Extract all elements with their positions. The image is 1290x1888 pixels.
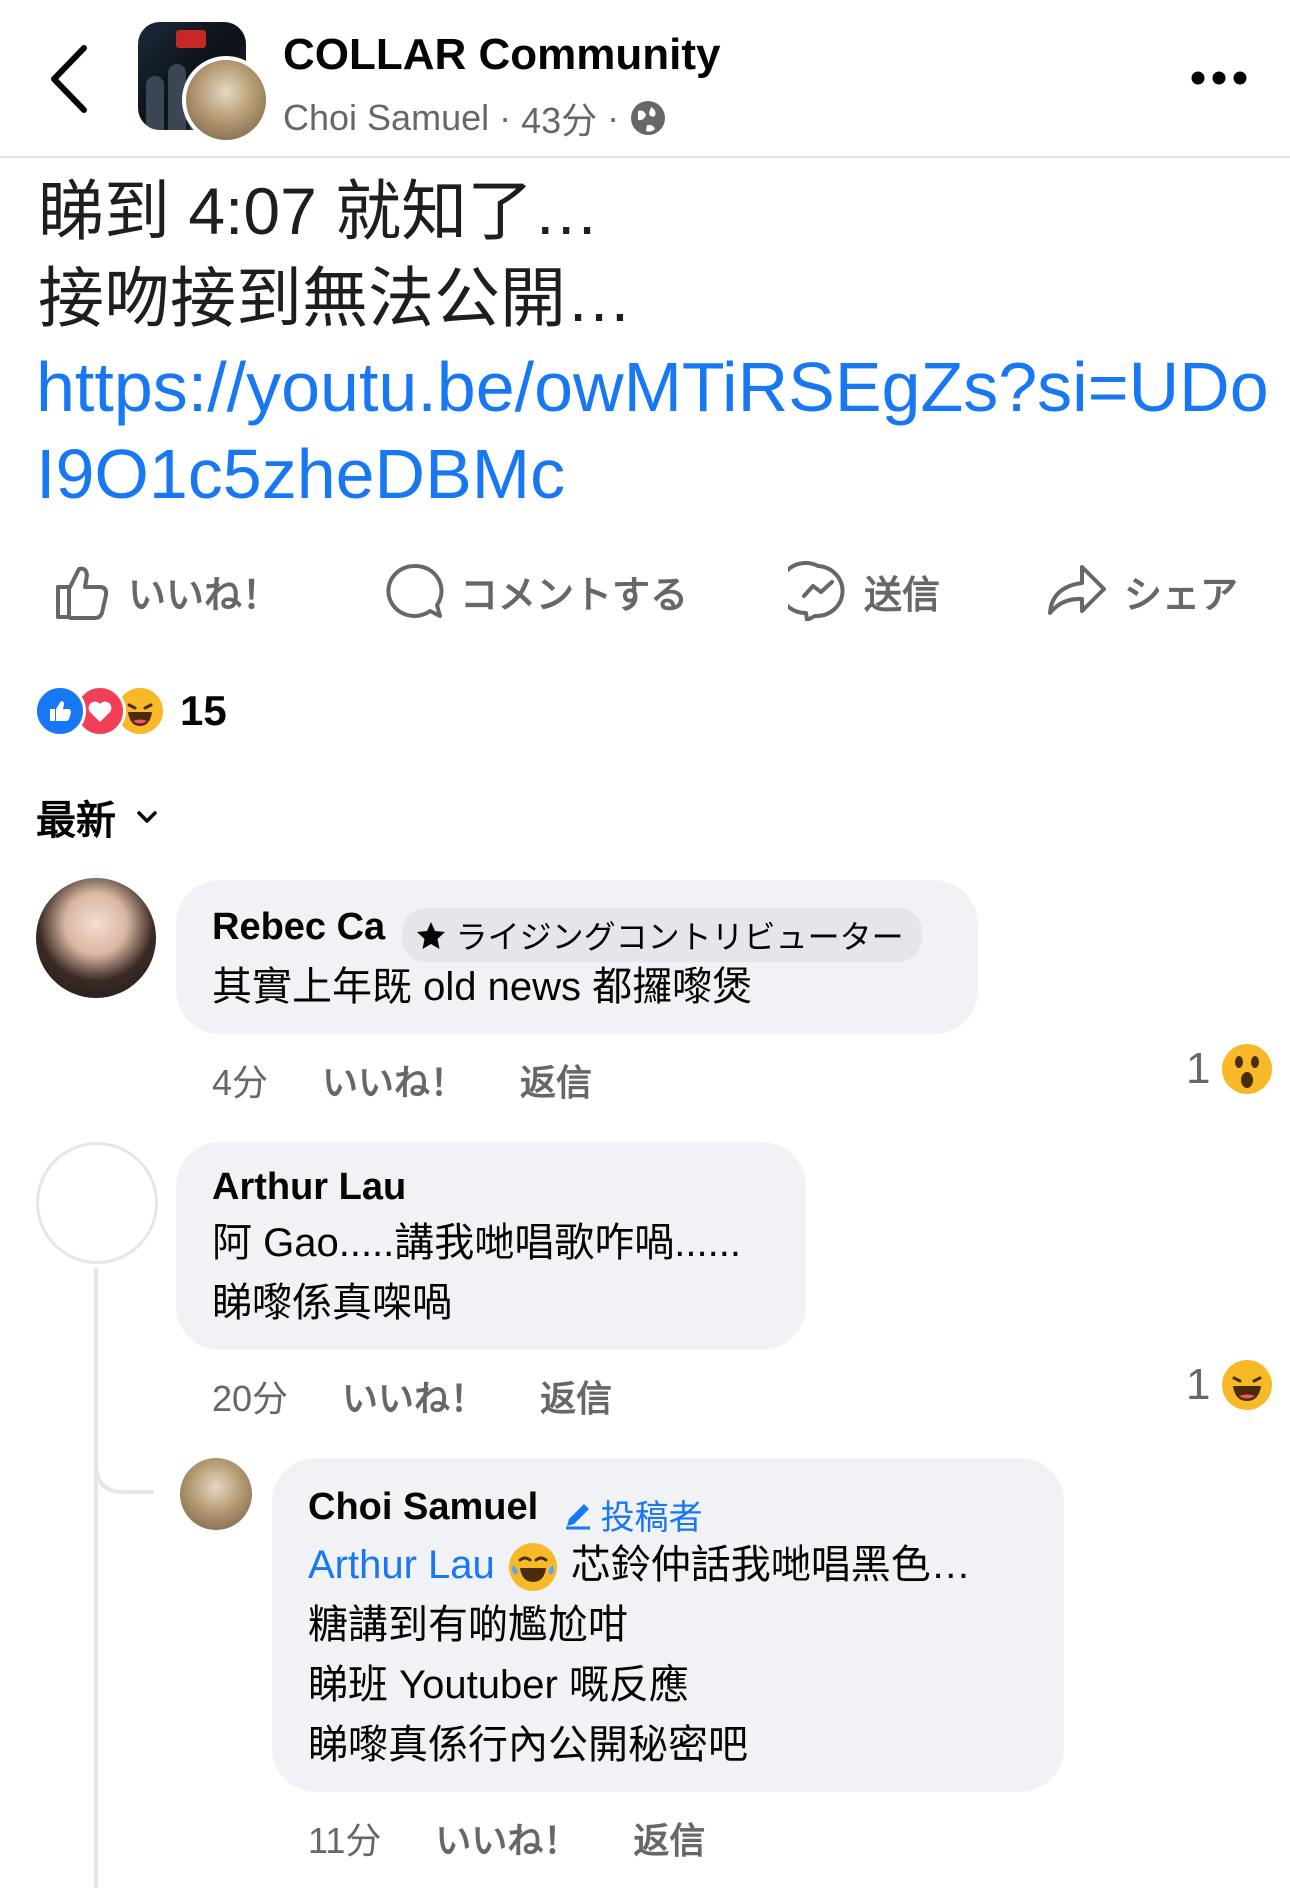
author-name[interactable]: Choi Samuel bbox=[283, 97, 489, 139]
comment-reply-button[interactable]: 返信 bbox=[520, 1054, 592, 1106]
group-name[interactable]: COLLAR Community bbox=[283, 30, 721, 80]
messenger-icon bbox=[788, 561, 845, 621]
post-text: 睇到 4:07 就知了… 接吻接到無法公開… bbox=[38, 168, 1258, 342]
post-text-line: 接吻接到無法公開… bbox=[38, 261, 632, 335]
commenter-name[interactable]: Arthur Lau bbox=[212, 1166, 406, 1209]
back-chevron-icon[interactable] bbox=[44, 42, 96, 116]
wow-reaction-icon bbox=[1222, 1044, 1273, 1094]
author-avatar[interactable] bbox=[182, 56, 270, 144]
thumbs-up-icon bbox=[56, 566, 109, 620]
commenter-avatar[interactable] bbox=[36, 878, 156, 998]
share-action-button[interactable]: シェア bbox=[1046, 558, 1238, 624]
haha-reaction-icon bbox=[1222, 1360, 1273, 1410]
star-icon bbox=[416, 921, 445, 949]
mention-link[interactable]: Arthur Lau bbox=[308, 1543, 495, 1587]
commenter-name[interactable]: Choi Samuel bbox=[308, 1486, 538, 1528]
meta-separator: · bbox=[499, 97, 512, 138]
chevron-down-icon bbox=[137, 811, 157, 823]
comment-reaction-summary[interactable]: 1 bbox=[1186, 1044, 1273, 1094]
comment-sort-dropdown[interactable]: 最新 bbox=[36, 788, 158, 846]
globe-icon bbox=[631, 101, 666, 135]
commenter-avatar[interactable] bbox=[36, 1142, 158, 1264]
post-meta: Choi Samuel · 43分 · bbox=[283, 92, 667, 144]
sort-label: 最新 bbox=[36, 799, 116, 843]
comment-header: Rebec Ca ライジングコントリビューター bbox=[212, 906, 922, 962]
post-time[interactable]: 43分 bbox=[521, 92, 597, 144]
comment-action-label: コメントする bbox=[460, 574, 689, 617]
comment-text: 睇嚟真係行內公開秘密吧 bbox=[308, 1723, 748, 1767]
rising-contributor-badge[interactable]: ライジングコントリビューター bbox=[401, 907, 922, 962]
thread-connector bbox=[94, 1268, 98, 1888]
badge-label: 投稿者 bbox=[600, 1499, 703, 1538]
share-arrow-icon bbox=[1048, 565, 1106, 615]
comment-like-button[interactable]: いいね！ bbox=[342, 1370, 486, 1422]
commenter-name[interactable]: Rebec Ca bbox=[212, 906, 385, 948]
send-action-label: 送信 bbox=[864, 574, 941, 617]
badge-label: ライジングコントリビューター bbox=[455, 918, 904, 955]
author-badge[interactable]: 投稿者 bbox=[563, 1490, 703, 1539]
pencil-icon bbox=[565, 1503, 590, 1530]
photo-figure bbox=[146, 76, 164, 130]
comment-reply-button[interactable]: 返信 bbox=[540, 1370, 612, 1422]
post-text-line: 睇到 4:07 就知了… bbox=[38, 174, 600, 248]
reaction-summary[interactable]: 15 bbox=[34, 685, 227, 737]
comment-time[interactable]: 11分 bbox=[308, 1812, 381, 1864]
comment-reaction-summary[interactable]: 1 bbox=[1186, 1360, 1273, 1410]
group-logo-mark bbox=[176, 30, 206, 48]
share-action-label: シェア bbox=[1124, 574, 1239, 617]
comment-reply-button[interactable]: 返信 bbox=[633, 1812, 705, 1864]
comment-reaction-count: 1 bbox=[1186, 1044, 1211, 1093]
commenter-avatar[interactable] bbox=[180, 1458, 252, 1530]
comment-like-button[interactable]: いいね！ bbox=[322, 1054, 466, 1106]
like-reaction-icon bbox=[34, 685, 86, 737]
send-action-button[interactable]: 送信 bbox=[788, 558, 940, 624]
like-action-button[interactable]: いいね！ bbox=[52, 558, 280, 624]
post-link[interactable]: https://youtu.be/owMTiRSEgZs?si=UDoI9O1c… bbox=[36, 344, 1276, 518]
comment-meta: 20分 いいね！ 返信 bbox=[212, 1370, 612, 1422]
comment-header: Choi Samuel 投稿者 bbox=[308, 1486, 703, 1539]
comment-text: 睇嚟係真㗎喎 bbox=[212, 1281, 452, 1325]
comment-text: 糖講到有啲尷尬咁 bbox=[308, 1603, 628, 1647]
comment-text: 其實上年既 old news 都攞嚟煲 bbox=[212, 965, 753, 1009]
like-action-label: いいね！ bbox=[128, 574, 281, 617]
thread-branch bbox=[94, 1440, 154, 1494]
meta-separator: · bbox=[607, 97, 620, 138]
comment-bubble-icon bbox=[386, 563, 444, 618]
comment-time[interactable]: 20分 bbox=[212, 1370, 288, 1422]
comment-action-button[interactable]: コメントする bbox=[384, 558, 688, 624]
comment-meta: 4分 いいね！ 返信 bbox=[212, 1054, 592, 1106]
comment-like-button[interactable]: いいね！ bbox=[435, 1812, 579, 1864]
comment-text-segment: 芯鈴仲話我哋唱黑色… bbox=[570, 1543, 971, 1587]
comment-text: 睇班 Youtuber 嘅反應 bbox=[308, 1663, 689, 1707]
tears-of-joy-emoji-icon bbox=[508, 1543, 557, 1592]
comment-text: Arthur Lau 芯鈴仲話我哋唱黑色… bbox=[308, 1536, 971, 1595]
comment-text: 阿 Gao.....講我哋唱歌咋喎...... bbox=[212, 1221, 741, 1265]
comment-time[interactable]: 4分 bbox=[212, 1054, 268, 1106]
comment-meta: 11分 いいね！ 返信 bbox=[308, 1812, 705, 1864]
reaction-count: 15 bbox=[180, 687, 227, 734]
comment-reaction-count: 1 bbox=[1186, 1360, 1211, 1409]
more-options-icon[interactable] bbox=[1190, 66, 1248, 90]
